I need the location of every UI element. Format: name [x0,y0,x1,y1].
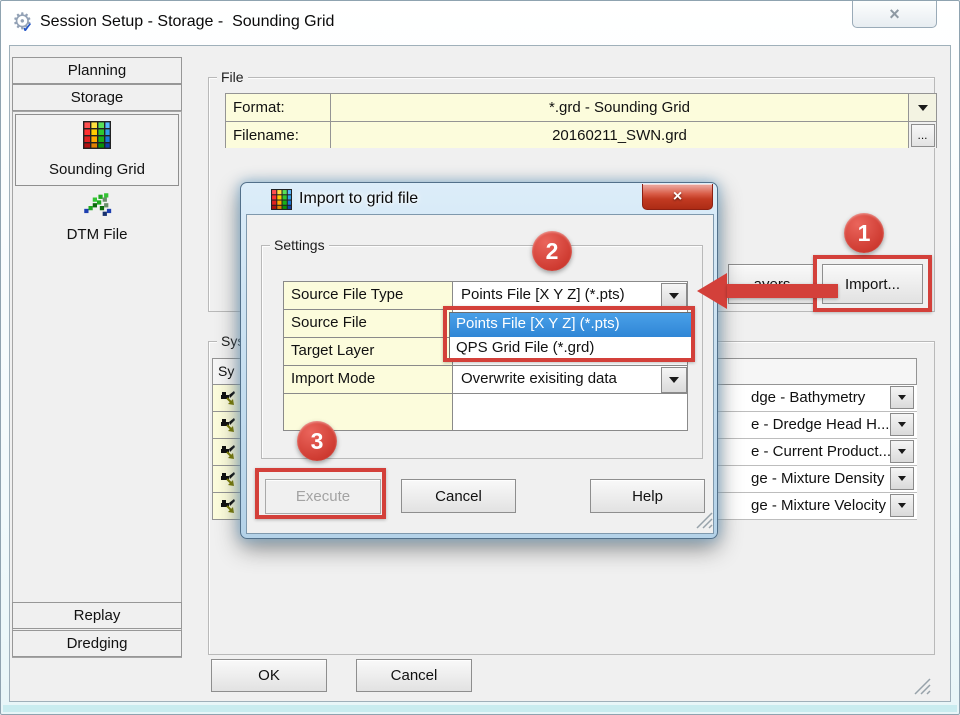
step-3-badge: 3 [297,421,337,461]
dredging-label: Dredging [66,635,128,652]
target-layer-label: Target Layer [291,342,375,359]
dtm-file-icon [80,190,114,227]
check-icon: ✓ [22,20,33,35]
window-bottom-accent [3,705,957,712]
close-icon: × [672,187,683,205]
dialog-title: Import to grid file [299,190,419,207]
ok-button[interactable]: OK [211,659,327,692]
dialog-cancel-label: Cancel [435,487,482,505]
dredge-icon [220,418,235,432]
dredge-icon [220,472,235,486]
sidebar-item-planning[interactable]: Planning [12,57,182,84]
sidebar-item-sounding-grid[interactable]: Sounding Grid [15,114,179,186]
ok-label: OK [258,667,280,684]
settings-group-label: Settings [270,237,329,253]
filename-row: Filename: 20160211_SWN.grd ... [226,121,936,148]
dredge-icon [220,391,235,405]
annotation-arrow-body [727,284,838,298]
filename-label: Filename: [226,122,331,148]
import-mode-combobox[interactable]: Overwrite exisiting data [454,366,687,393]
sounding-grid-label: Sounding Grid [49,161,145,178]
chevron-down-icon [898,395,906,400]
source-file-type-label: Source File Type [291,286,404,303]
dredge-icon [220,445,235,459]
chevron-down-icon [898,503,906,508]
dtm-file-label: DTM File [66,226,128,243]
layer-icon-cell [213,385,242,412]
format-dropdown-button[interactable] [908,94,936,121]
chevron-down-icon [898,449,906,454]
storage-label: Storage [70,89,124,106]
layer-value: e - Dredge Head H... [751,416,890,433]
source-file-type-combobox[interactable]: Points File [X Y Z] (*.pts) [454,282,687,309]
annotation-arrow-icon [697,273,727,309]
filename-browse-cell: ... [908,122,936,148]
grid-file-icon [271,189,292,215]
layer-value: ge - Mixture Density [751,470,885,487]
chevron-down-icon [917,104,928,111]
cancel-label: Cancel [390,667,438,684]
format-row: Format: *.grd - Sounding Grid [226,94,936,121]
import-mode-dropdown-button[interactable] [661,367,687,393]
session-setup-icon: ⚙ ✓ [12,8,38,36]
dialog-resize-grip[interactable] [695,511,713,529]
sidebar-item-replay[interactable]: Replay [12,602,182,629]
layer-dropdown-button[interactable] [890,386,914,409]
layer-value: e - Current Product... [751,443,892,460]
window-title: Session Setup - Storage - Sounding Grid [40,13,335,30]
highlight-droplist [443,306,695,362]
layer-icon-cell [213,493,242,520]
import-mode-label: Import Mode [291,370,376,387]
filename-value[interactable]: 20160211_SWN.grd [331,122,908,148]
sidebar-item-dredging[interactable]: Dredging [12,630,182,657]
planning-label: Planning [67,62,127,79]
dialog-cancel-button[interactable]: Cancel [401,479,516,513]
import-mode-row: Import Mode Overwrite exisiting data [284,366,687,394]
format-label: Format: [226,94,331,121]
step-2-badge: 2 [532,231,572,271]
chevron-down-icon [669,293,679,299]
browse-button[interactable]: ... [910,123,935,147]
layer-dropdown-button[interactable] [890,413,914,436]
chevron-down-icon [898,476,906,481]
file-group-label: File [217,69,248,85]
sidebar-item-storage[interactable]: Storage [12,84,182,111]
help-button[interactable]: Help [590,479,705,513]
replay-label: Replay [73,607,121,624]
dredge-icon [220,499,235,513]
file-table: Format: *.grd - Sounding Grid Filename: … [225,93,937,148]
sidebar-item-dtm-file[interactable]: DTM File [15,188,179,250]
layer-icon-cell [213,412,242,439]
resize-grip[interactable] [913,677,931,695]
layer-value: ge - Mixture Velocity [751,497,887,514]
layer-icon-cell [213,466,242,493]
chevron-down-icon [898,422,906,427]
chevron-down-icon [669,377,679,383]
highlight-execute-button [255,468,386,519]
dialog-close-button[interactable]: × [642,184,713,210]
source-file-label: Source File [291,314,367,331]
step-1-badge: 1 [844,213,884,253]
layer-value: dge - Bathymetry [751,389,866,406]
help-label: Help [632,487,663,505]
layer-dropdown-button[interactable] [890,494,914,517]
close-icon: × [889,3,900,24]
layer-dropdown-button[interactable] [890,440,914,463]
format-value[interactable]: *.grd - Sounding Grid [331,94,908,121]
layer-icon-cell [213,439,242,466]
sounding-grid-icon [83,121,111,154]
cancel-button[interactable]: Cancel [356,659,472,692]
layer-dropdown-button[interactable] [890,467,914,490]
window-close-button[interactable]: × [852,1,937,28]
